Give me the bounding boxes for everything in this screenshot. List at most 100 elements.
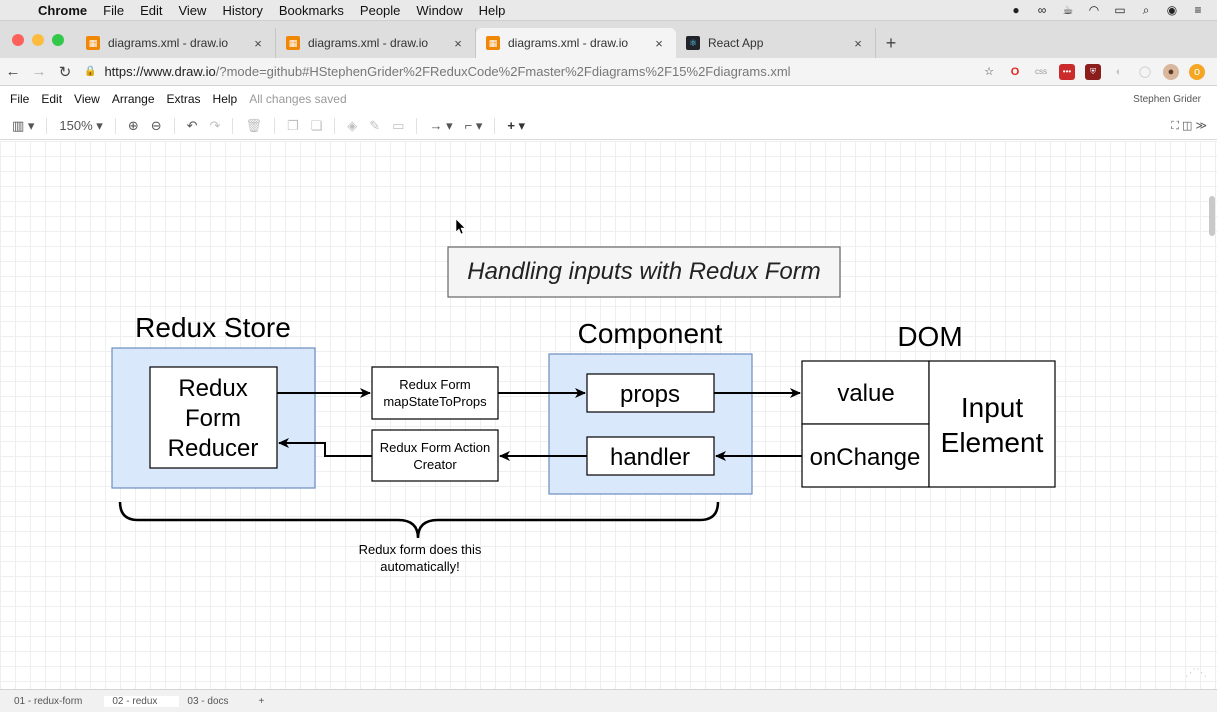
bookmark-star-icon[interactable]: ☆ (981, 64, 997, 80)
minimize-window-button[interactable] (32, 33, 44, 46)
close-window-button[interactable] (12, 33, 24, 46)
os-menu-bookmarks[interactable]: Bookmarks (271, 3, 352, 18)
page-tab[interactable]: 03 - docs (179, 696, 250, 707)
app-menu-bar: File Edit View Arrange Extras Help All c… (0, 86, 1217, 112)
zoom-select[interactable]: 150% ▾ (53, 118, 108, 134)
map-state-box[interactable] (371, 366, 499, 420)
app-menu-view[interactable]: View (68, 92, 106, 106)
browser-tab-active[interactable]: ▦ diagrams.xml - draw.io × (476, 28, 676, 58)
add-page-button[interactable]: + (251, 696, 287, 707)
os-menu-view[interactable]: View (170, 3, 214, 18)
reducer-line-2: Form (185, 405, 241, 432)
vertical-scrollbar[interactable] (1209, 196, 1215, 236)
close-tab-icon[interactable]: × (652, 36, 666, 51)
curly-brace[interactable] (118, 501, 720, 539)
extension-grey-icon[interactable]: ◯ (1137, 64, 1153, 80)
value-label: value (837, 380, 894, 407)
redo-icon[interactable]: ↷ (204, 118, 227, 134)
tab-title: React App (708, 36, 764, 50)
diagram-canvas[interactable]: Handling inputs with Redux Form Redux St… (0, 141, 1217, 689)
os-menu-help[interactable]: Help (471, 3, 514, 18)
extension-icon[interactable]: ● (1009, 3, 1023, 17)
reload-button[interactable]: ↻ (52, 63, 78, 81)
os-menu-window[interactable]: Window (408, 3, 470, 18)
insert-icon[interactable]: + ▾ (501, 118, 531, 134)
os-menu-history[interactable]: History (214, 3, 270, 18)
zoom-in-icon[interactable]: ⊕ (122, 118, 145, 134)
search-icon[interactable]: ⌕ (1139, 3, 1153, 18)
diagram-svg: Handling inputs with Redux Form Redux St… (111, 218, 1056, 574)
os-menu-file[interactable]: File (95, 3, 132, 18)
ublock-icon[interactable]: ⛨ (1085, 63, 1101, 80)
zoom-value: 150% (59, 117, 93, 133)
browser-tab[interactable]: ▦ diagrams.xml - draw.io × (276, 28, 476, 58)
app-menu-help[interactable]: Help (207, 92, 244, 106)
watermark-logo: ⋰⋱ (1185, 667, 1207, 679)
shadow-icon[interactable]: ▭ (386, 118, 410, 134)
forward-button[interactable]: → (26, 63, 52, 80)
app-menu-edit[interactable]: Edit (35, 92, 68, 106)
siri-icon[interactable]: ◉ (1165, 3, 1179, 17)
browser-tab[interactable]: ▦ diagrams.xml - draw.io × (76, 28, 276, 58)
url-path: /?mode=github#HStephenGrider%2FReduxCode… (215, 64, 791, 79)
avatar[interactable]: ● (1163, 63, 1179, 80)
connection-icon[interactable]: → ▾ (423, 118, 458, 134)
to-back-icon[interactable]: ❏ (305, 118, 329, 134)
fill-color-icon[interactable]: ◈ (341, 118, 363, 134)
os-menu-people[interactable]: People (352, 3, 408, 18)
toolbar-divider (334, 117, 336, 134)
action-creator-box[interactable] (371, 429, 499, 482)
input-element-box[interactable] (928, 360, 1056, 488)
close-tab-icon[interactable]: × (851, 36, 865, 51)
delete-icon[interactable]: 🗑 (239, 118, 268, 134)
css-extension-icon[interactable]: css (1033, 64, 1049, 80)
fullscreen-icon[interactable]: ⛶ ◫ ≫ (1171, 119, 1217, 133)
input-element-line-1: Input (961, 392, 1023, 423)
url-field[interactable]: 🔒 https://www.draw.io/?mode=github#HStep… (84, 64, 981, 79)
close-tab-icon[interactable]: × (251, 36, 265, 51)
status-tray: ● ∞ ☕ ◠ ▭ ⌕ ◉ ≡ (1009, 3, 1217, 18)
back-button[interactable]: ← (0, 63, 26, 80)
format-panel-icon[interactable]: ▥ ▾ (6, 118, 40, 134)
os-menu-edit[interactable]: Edit (132, 3, 170, 18)
close-tab-icon[interactable]: × (451, 36, 465, 51)
wifi-icon[interactable]: ◠ (1087, 3, 1101, 17)
coffee-icon[interactable]: ☕ (1061, 3, 1075, 17)
opera-icon[interactable]: O (1007, 64, 1023, 80)
list-icon[interactable]: ≡ (1191, 3, 1205, 17)
new-tab-button[interactable]: + (876, 28, 906, 58)
toolbar-divider (273, 117, 275, 134)
react-icon: ⚛ (686, 36, 700, 50)
onchange-label: onChange (810, 444, 921, 471)
toolbar-divider (173, 117, 175, 134)
handler-label: handler (610, 444, 690, 471)
line-color-icon[interactable]: ✎ (363, 118, 386, 134)
undo-icon[interactable]: ↶ (181, 118, 204, 134)
user-name[interactable]: Stephen Grider (1133, 94, 1217, 105)
zoom-out-icon[interactable]: ⊖ (145, 118, 168, 134)
app-menu-file[interactable]: File (4, 92, 35, 106)
extension-orange-icon[interactable]: o (1189, 63, 1205, 80)
page-tab[interactable]: 01 - redux-form (6, 696, 104, 707)
brace-caption-line-2: automatically! (380, 559, 459, 574)
drawio-icon: ▦ (286, 36, 300, 50)
os-menu-app[interactable]: Chrome (30, 3, 95, 18)
battery-icon[interactable]: ▭ (1113, 3, 1127, 17)
props-label: props (620, 381, 680, 408)
lastpass-icon[interactable]: ••• (1059, 63, 1075, 80)
toolbar-divider (46, 117, 48, 134)
waypoints-icon[interactable]: ⌐ ▾ (459, 118, 489, 134)
page-tabs-bar: 01 - redux-form 02 - redux 03 - docs + (0, 689, 1217, 712)
zoom-window-button[interactable] (52, 33, 64, 46)
browser-tab[interactable]: ⚛ React App × (676, 28, 876, 58)
page-tab-active[interactable]: 02 - redux (104, 695, 180, 707)
address-bar: ← → ↻ 🔒 https://www.draw.io/?mode=github… (0, 58, 1217, 86)
app-menu-extras[interactable]: Extras (161, 92, 207, 106)
tab-title: diagrams.xml - draw.io (108, 36, 229, 50)
app-menu-arrange[interactable]: Arrange (106, 92, 161, 106)
to-front-icon[interactable]: ❐ (281, 118, 305, 134)
extension-grey-icon[interactable]: ◐ (1111, 64, 1127, 80)
glasses-icon[interactable]: ∞ (1035, 3, 1049, 17)
lock-icon: 🔒 (84, 66, 97, 77)
extensions-bar: ☆ O css ••• ⛨ ◐ ◯ ● o (981, 63, 1217, 80)
